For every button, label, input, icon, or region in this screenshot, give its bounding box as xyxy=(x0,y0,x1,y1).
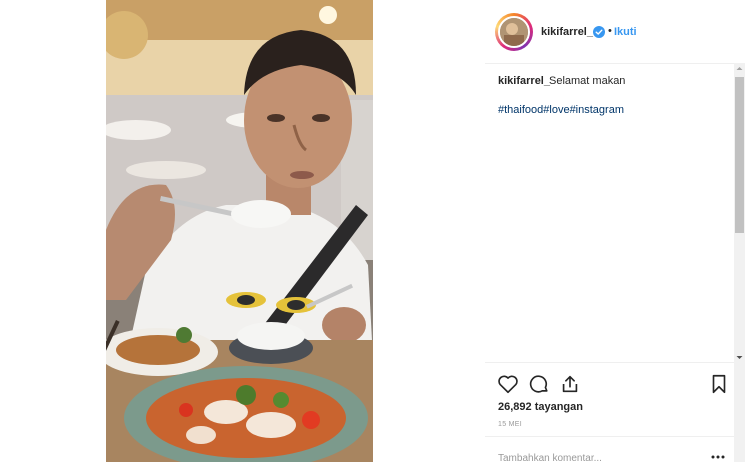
scroll-down-icon[interactable] xyxy=(734,352,745,363)
scrollbar[interactable] xyxy=(734,63,745,462)
post-date[interactable]: 15 MEI xyxy=(498,421,522,428)
verified-badge-icon xyxy=(593,26,605,38)
comment-bar: Tambahkan komentar... xyxy=(485,436,734,462)
post-actions xyxy=(485,362,734,402)
hashtag-link[interactable]: #love xyxy=(543,104,569,116)
share-icon[interactable] xyxy=(559,373,581,395)
hashtag-link[interactable]: #thaifood xyxy=(498,104,543,116)
separator-dot: • xyxy=(608,25,612,37)
comment-icon[interactable] xyxy=(528,373,550,395)
post-header: kikifarrel_ • Ikuti xyxy=(485,0,734,64)
post-video[interactable] xyxy=(106,0,373,462)
media-margin-right xyxy=(373,0,485,462)
hashtag-list: #thaifood#love#instagram xyxy=(498,104,624,116)
story-ring[interactable] xyxy=(495,13,533,51)
bookmark-icon[interactable] xyxy=(708,373,730,395)
scrollbar-thumb[interactable] xyxy=(735,77,744,233)
hashtag-link[interactable]: #instagram xyxy=(570,104,624,116)
comment-input[interactable]: Tambahkan komentar... xyxy=(498,453,602,462)
avatar[interactable] xyxy=(498,16,530,48)
more-icon[interactable] xyxy=(711,452,725,462)
follow-button[interactable]: Ikuti xyxy=(614,26,637,38)
caption-username[interactable]: kikifarrel_ xyxy=(498,75,550,87)
scroll-up-icon[interactable] xyxy=(734,63,745,74)
caption-text: Selamat makan xyxy=(549,75,626,87)
video-frame-image xyxy=(106,0,373,462)
view-count[interactable]: 26,892 tayangan xyxy=(498,401,583,413)
post-side-panel: kikifarrel_ • Ikuti kikifarrel_ Selamat … xyxy=(485,0,734,462)
heart-icon[interactable] xyxy=(497,373,519,395)
post-username[interactable]: kikifarrel_ xyxy=(541,26,593,38)
media-margin-left xyxy=(0,0,106,462)
